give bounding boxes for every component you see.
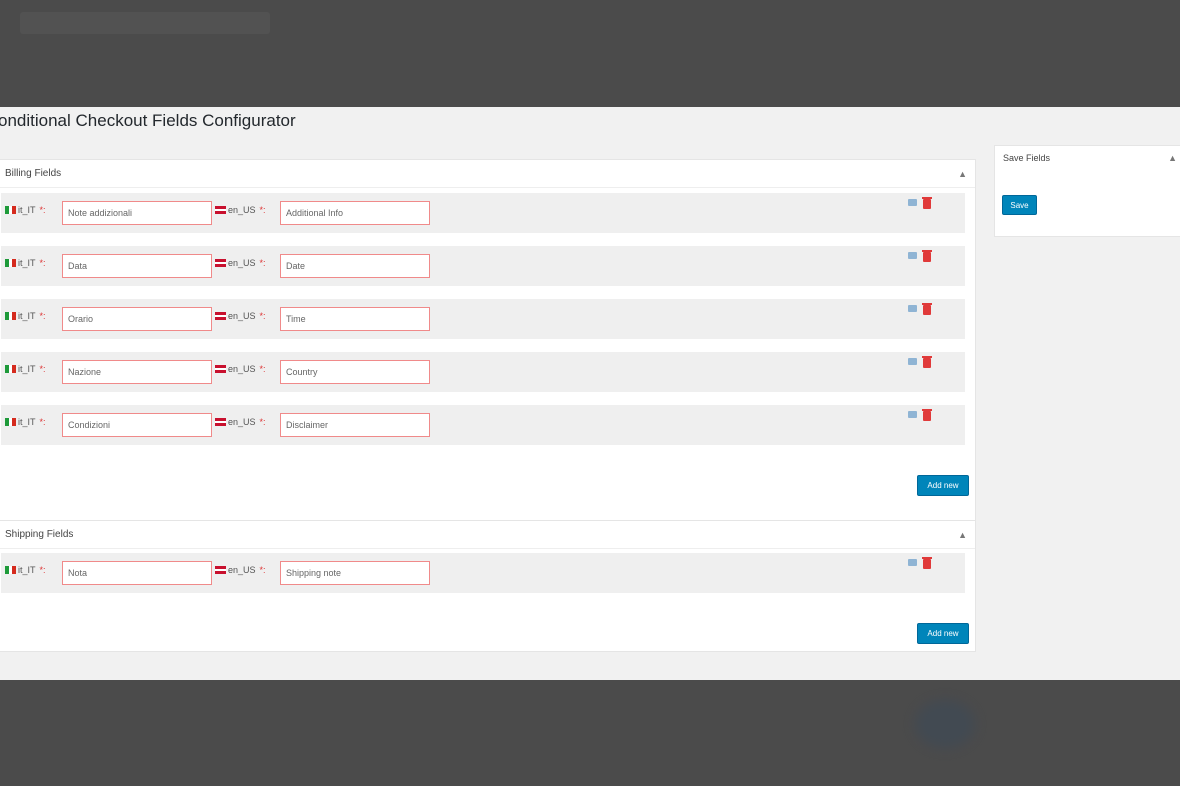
field-row: it_IT*: en_US*: xyxy=(1,193,965,233)
field-label-en-input[interactable] xyxy=(280,307,430,331)
lang-label-en: en_US *: xyxy=(215,205,266,215)
field-row: it_IT*: en_US*: xyxy=(1,553,965,593)
field-label-en-input[interactable] xyxy=(280,254,430,278)
field-label-it-input[interactable] xyxy=(62,413,212,437)
save-fields-box: Save Fields ▲ Save xyxy=(994,145,1180,237)
blurred-header xyxy=(20,12,270,34)
shipping-fields-title: Shipping Fields xyxy=(5,529,74,540)
uk-flag-icon xyxy=(215,259,226,267)
admin-screen: onditional Checkout Fields Configurator … xyxy=(0,107,1180,680)
save-button[interactable]: Save xyxy=(1002,195,1037,215)
italy-flag-icon xyxy=(5,365,17,373)
field-label-en-input[interactable] xyxy=(280,360,430,384)
add-billing-field-button[interactable]: Add new xyxy=(917,475,969,496)
edit-icon[interactable] xyxy=(908,252,917,259)
lang-label-it: it_IT *: xyxy=(5,311,46,321)
save-fields-title: Save Fields xyxy=(1003,153,1051,163)
field-row: it_IT*: en_US*: xyxy=(1,405,965,445)
field-label-it-input[interactable] xyxy=(62,307,212,331)
field-row: it_IT*: en_US*: xyxy=(1,352,965,392)
field-label-en-input[interactable] xyxy=(280,201,430,225)
bottom-backdrop xyxy=(0,680,1180,786)
trash-icon[interactable] xyxy=(922,557,932,569)
lang-label-en: en_US *: xyxy=(215,311,266,321)
trash-icon[interactable] xyxy=(922,197,932,209)
trash-icon[interactable] xyxy=(922,356,932,368)
billing-fields-header[interactable]: Billing Fields ▲ xyxy=(0,160,975,188)
trash-icon[interactable] xyxy=(922,250,932,262)
field-label-it-input[interactable] xyxy=(62,561,212,585)
lang-label-it: it_IT *: xyxy=(5,205,46,215)
italy-flag-icon xyxy=(5,566,17,574)
lang-label-it: it_IT *: xyxy=(5,258,46,268)
shipping-fields-box: Shipping Fields ▲ it_IT*: en_US*: Add ne… xyxy=(0,520,976,652)
uk-flag-icon xyxy=(215,365,226,373)
billing-fields-title: Billing Fields xyxy=(5,168,62,179)
blurred-avatar xyxy=(915,700,975,748)
lang-label-en: en_US *: xyxy=(215,258,266,268)
edit-icon[interactable] xyxy=(908,305,917,312)
trash-icon[interactable] xyxy=(922,409,932,421)
field-label-en-input[interactable] xyxy=(280,561,430,585)
field-label-it-input[interactable] xyxy=(62,254,212,278)
uk-flag-icon xyxy=(215,206,226,214)
italy-flag-icon xyxy=(5,259,17,267)
italy-flag-icon xyxy=(5,418,17,426)
shipping-fields-header[interactable]: Shipping Fields ▲ xyxy=(0,521,975,549)
italy-flag-icon xyxy=(5,206,17,214)
edit-icon[interactable] xyxy=(908,559,917,566)
lang-label-en: en_US *: xyxy=(215,417,266,427)
field-row: it_IT*: en_US*: xyxy=(1,299,965,339)
edit-icon[interactable] xyxy=(908,411,917,418)
italy-flag-icon xyxy=(5,312,17,320)
collapse-arrow-icon[interactable]: ▲ xyxy=(1168,146,1177,170)
field-label-it-input[interactable] xyxy=(62,360,212,384)
billing-fields-box: Billing Fields ▲ it_IT*: en_US*: it_IT*:… xyxy=(0,159,976,553)
lang-label-it: it_IT *: xyxy=(5,417,46,427)
uk-flag-icon xyxy=(215,566,226,574)
collapse-arrow-icon[interactable]: ▲ xyxy=(958,160,967,188)
save-fields-header[interactable]: Save Fields ▲ xyxy=(995,146,1180,170)
field-label-it-input[interactable] xyxy=(62,201,212,225)
field-row: it_IT*: en_US*: xyxy=(1,246,965,286)
edit-icon[interactable] xyxy=(908,358,917,365)
edit-icon[interactable] xyxy=(908,199,917,206)
uk-flag-icon xyxy=(215,418,226,426)
page-title: onditional Checkout Fields Configurator xyxy=(0,111,296,130)
top-backdrop xyxy=(0,0,1180,107)
lang-label-it: it_IT *: xyxy=(5,364,46,374)
collapse-arrow-icon[interactable]: ▲ xyxy=(958,521,967,549)
add-shipping-field-button[interactable]: Add new xyxy=(917,623,969,644)
lang-label-it: it_IT *: xyxy=(5,565,46,575)
lang-label-en: en_US *: xyxy=(215,364,266,374)
field-label-en-input[interactable] xyxy=(280,413,430,437)
lang-label-en: en_US *: xyxy=(215,565,266,575)
uk-flag-icon xyxy=(215,312,226,320)
trash-icon[interactable] xyxy=(922,303,932,315)
